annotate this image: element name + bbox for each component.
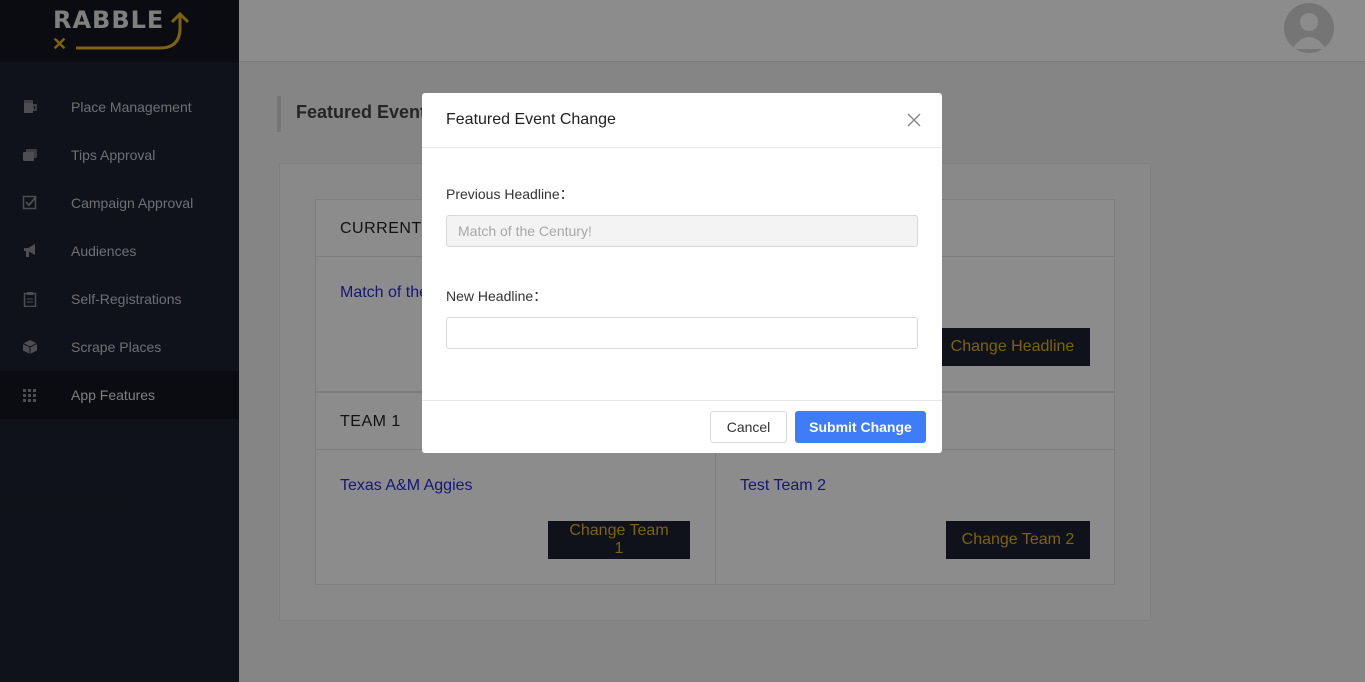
- new-headline-input[interactable]: [446, 317, 918, 349]
- new-headline-label: New Headline：: [446, 288, 548, 304]
- featured-event-modal: Featured Event Change Previous Headline：…: [422, 93, 942, 453]
- close-icon[interactable]: [906, 112, 922, 128]
- modal-title: Featured Event Change: [446, 111, 616, 128]
- modal-footer: Cancel Submit Change: [422, 400, 942, 453]
- previous-headline-label: Previous Headline：: [446, 186, 574, 202]
- submit-change-button[interactable]: Submit Change: [795, 411, 926, 443]
- modal-header: Featured Event Change: [422, 93, 942, 148]
- previous-headline-input: [446, 215, 918, 247]
- cancel-button[interactable]: Cancel: [710, 411, 787, 443]
